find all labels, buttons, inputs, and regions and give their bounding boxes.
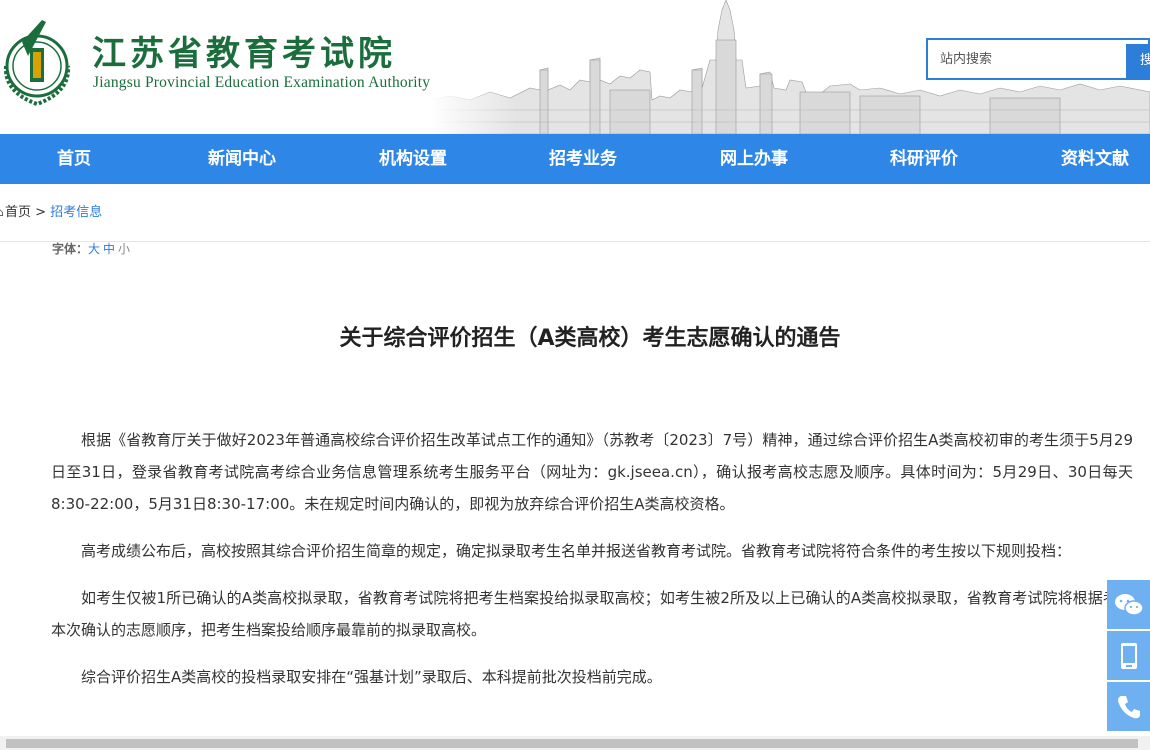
breadcrumb-current-link[interactable]: 招考信息	[50, 205, 102, 220]
search-button[interactable]: 搜	[1126, 44, 1150, 78]
search-box: 搜	[926, 38, 1150, 80]
nav-item-documents[interactable]: 资料文献	[1061, 134, 1129, 184]
article-paragraph: 综合评价招生A类高校的投档录取安排在“强基计划”录取后、本科提前批次投档前完成。	[81, 668, 662, 686]
site-title: 江苏省教育考试院	[92, 34, 396, 74]
search-input[interactable]	[928, 40, 1124, 78]
wechat-button[interactable]	[1107, 580, 1150, 629]
horizontal-scrollbar-thumb[interactable]	[6, 739, 1138, 748]
font-size-label: 字体：	[52, 242, 89, 256]
horizontal-scrollbar[interactable]	[0, 736, 1150, 750]
nav-item-admissions[interactable]: 招考业务	[549, 134, 617, 184]
site-subtitle: Jiangsu Provincial Education Examination…	[93, 74, 431, 91]
mobile-button[interactable]	[1107, 631, 1150, 680]
wechat-icon	[1114, 593, 1144, 616]
phone-icon	[1117, 695, 1140, 718]
article-body: 根据《省教育厅关于做好2023年普通高校综合评价招生改革试点工作的通知》（苏教考…	[51, 424, 1133, 708]
nav-item-home[interactable]: 首页	[57, 134, 91, 184]
main-nav: 首页 新闻中心 机构设置 招考业务 网上办事 科研评价 资料文献	[0, 134, 1150, 184]
breadcrumb-home-link[interactable]: 首页	[5, 205, 31, 220]
article-paragraph: 如考生仅被1所已确认的A类高校拟录取，省教育考试院将把考生档案投给拟录取高校；如…	[51, 589, 1133, 639]
mobile-icon	[1120, 642, 1137, 669]
font-size-large[interactable]: 大	[88, 242, 100, 256]
floating-side-bar	[1107, 580, 1150, 733]
breadcrumb: ⌂首页 > 招考信息	[0, 202, 102, 224]
nav-item-research[interactable]: 科研评价	[890, 134, 958, 184]
nav-item-news[interactable]: 新闻中心	[208, 134, 276, 184]
article-paragraph: 高考成绩公布后，高校按照其综合评价招生简章的规定，确定拟录取考生名单并报送省教育…	[81, 542, 1072, 560]
font-size-small[interactable]: 小	[118, 242, 130, 256]
education-emblem-icon	[3, 20, 71, 107]
font-size-selector: 字体：大中小	[52, 240, 133, 257]
nav-item-organization[interactable]: 机构设置	[379, 134, 447, 184]
font-size-medium[interactable]: 中	[103, 242, 115, 256]
nav-item-online-services[interactable]: 网上办事	[720, 134, 788, 184]
site-header: 江苏省教育考试院 Jiangsu Provincial Education Ex…	[0, 0, 1150, 134]
breadcrumb-divider	[0, 241, 1150, 242]
phone-button[interactable]	[1107, 682, 1150, 731]
article-title: 关于综合评价招生（A类高校）考生志愿确认的通告	[339, 326, 841, 351]
breadcrumb-separator: >	[35, 205, 47, 220]
article-paragraph: 根据《省教育厅关于做好2023年普通高校综合评价招生改革试点工作的通知》（苏教考…	[51, 431, 1133, 513]
